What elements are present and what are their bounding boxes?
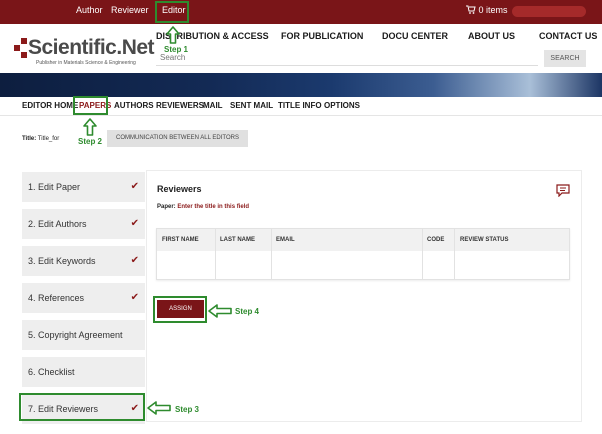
logo-subtitle: Publisher in Materials Science & Enginee… bbox=[36, 60, 136, 66]
nav-about-us[interactable]: ABOUT US bbox=[468, 31, 515, 41]
step-label: 3. Edit Keywords bbox=[28, 256, 96, 266]
step4-highlight bbox=[153, 296, 207, 323]
step-label: 2. Edit Authors bbox=[28, 219, 87, 229]
reviewer-link[interactable]: Reviewer bbox=[111, 5, 149, 15]
column-divider bbox=[454, 229, 455, 279]
author-link[interactable]: Author bbox=[76, 5, 103, 15]
communication-button[interactable]: COMMUNICATION BETWEEN ALL EDITORS bbox=[107, 130, 248, 147]
step-references[interactable]: 4. References ✔ bbox=[22, 283, 145, 313]
nav-contact-us[interactable]: CONTACT US bbox=[539, 31, 597, 41]
step-label: 1. Edit Paper bbox=[28, 182, 81, 192]
column-divider bbox=[215, 229, 216, 279]
step-label: 5. Copyright Agreement bbox=[28, 330, 123, 340]
step-checklist[interactable]: 6. Checklist bbox=[22, 357, 145, 387]
title-label: Title: bbox=[22, 136, 37, 142]
step2-arrow-icon bbox=[83, 118, 97, 136]
step1-label: Step 1 bbox=[164, 45, 189, 54]
nav-docu-center[interactable]: DOCU CENTER bbox=[382, 31, 448, 41]
column-header-last-name: LAST NAME bbox=[220, 237, 255, 243]
cart-link[interactable]: 0 items bbox=[466, 5, 508, 15]
column-header-code: CODE bbox=[427, 237, 445, 243]
search-button[interactable]: SEARCH bbox=[544, 50, 586, 67]
step3-label: Step 3 bbox=[175, 405, 200, 414]
tab-editor-home[interactable]: EDITOR HOME bbox=[22, 101, 78, 110]
comment-icon[interactable] bbox=[556, 184, 570, 197]
step3-highlight bbox=[19, 393, 145, 421]
step1-highlight bbox=[155, 1, 189, 23]
step2-highlight bbox=[73, 96, 108, 115]
editor-nav-divider bbox=[0, 115, 602, 116]
check-icon: ✔ bbox=[130, 181, 139, 192]
check-icon: ✔ bbox=[130, 218, 139, 229]
paper-line: Paper: Enter the title in this field bbox=[157, 204, 249, 210]
column-header-first-name: FIRST NAME bbox=[162, 237, 199, 243]
tab-reviewers[interactable]: REVIEWERS bbox=[156, 101, 204, 110]
tab-sent-mail[interactable]: SENT MAIL bbox=[230, 101, 273, 110]
title-value: Title_for bbox=[37, 136, 60, 142]
paper-value: Enter the title in this field bbox=[177, 204, 250, 210]
tab-title-info[interactable]: TITLE INFO bbox=[278, 101, 322, 110]
cart-icon bbox=[466, 5, 476, 14]
cart-count: 0 items bbox=[478, 5, 508, 15]
step1-arrow-icon bbox=[166, 26, 180, 44]
account-menu[interactable] bbox=[512, 6, 586, 17]
header-banner bbox=[0, 73, 602, 97]
tab-options[interactable]: OPTIONS bbox=[324, 101, 360, 110]
step3-arrow-icon bbox=[147, 401, 171, 415]
column-header-email: EMAIL bbox=[276, 237, 295, 243]
paper-title-row: Title: Title_for bbox=[22, 136, 59, 142]
step4-label: Step 4 bbox=[235, 307, 260, 316]
step-edit-paper[interactable]: 1. Edit Paper ✔ bbox=[22, 172, 145, 202]
search-input[interactable] bbox=[156, 50, 538, 66]
logo-text[interactable]: Scientific.Net bbox=[28, 36, 155, 60]
step2-label: Step 2 bbox=[78, 137, 103, 146]
tab-authors[interactable]: AUTHORS bbox=[114, 101, 154, 110]
paper-label: Paper: bbox=[157, 204, 176, 210]
tab-mail[interactable]: MAIL bbox=[203, 101, 223, 110]
step4-arrow-icon bbox=[208, 304, 232, 318]
step-copyright-agreement[interactable]: 5. Copyright Agreement bbox=[22, 320, 145, 350]
check-icon: ✔ bbox=[130, 292, 139, 303]
column-header-review-status: REVIEW STATUS bbox=[460, 237, 509, 243]
column-divider bbox=[271, 229, 272, 279]
panel-title: Reviewers bbox=[157, 184, 202, 194]
check-icon: ✔ bbox=[130, 255, 139, 266]
column-divider bbox=[422, 229, 423, 279]
step-edit-authors[interactable]: 2. Edit Authors ✔ bbox=[22, 209, 145, 239]
step-edit-keywords[interactable]: 3. Edit Keywords ✔ bbox=[22, 246, 145, 276]
nav-for-publication[interactable]: FOR PUBLICATION bbox=[281, 31, 363, 41]
step-label: 6. Checklist bbox=[28, 367, 75, 377]
step-label: 4. References bbox=[28, 293, 85, 303]
